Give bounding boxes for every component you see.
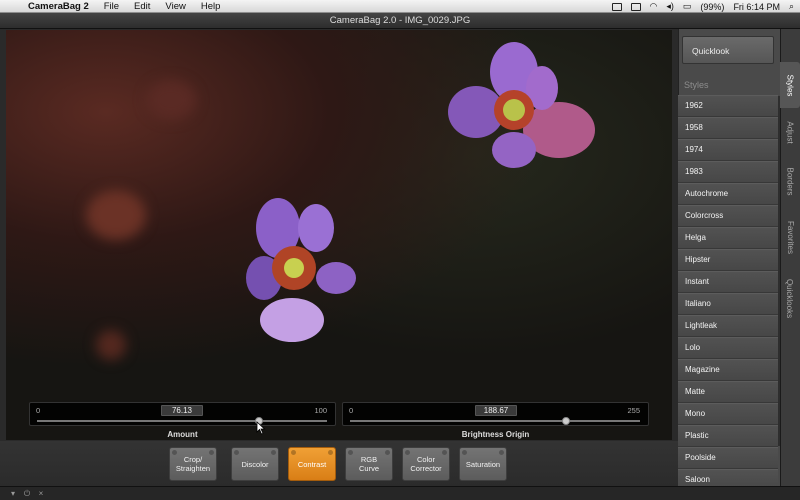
- tool-options-dot-icon[interactable]: [209, 450, 214, 455]
- brightness-origin-label: Brightness Origin: [461, 430, 530, 439]
- tool-remove-dot-icon[interactable]: [348, 450, 353, 455]
- power-icon[interactable]: ⏻: [22, 489, 32, 499]
- amount-max: 100: [314, 406, 327, 415]
- battery-percent: (99%): [700, 1, 725, 12]
- tab-styles[interactable]: Styles: [780, 62, 800, 108]
- tool-label: Crop/ Straighten: [175, 455, 211, 473]
- styles-heading: Styles: [684, 80, 709, 90]
- tool-label: RGB Curve: [358, 455, 379, 473]
- tool-remove-dot-icon[interactable]: [234, 450, 239, 455]
- style-item[interactable]: Matte: [678, 381, 778, 403]
- brightness-origin-max: 255: [627, 406, 640, 415]
- tool-options-dot-icon[interactable]: [442, 450, 447, 455]
- tab-label: Favorites: [785, 220, 795, 254]
- style-list: 1962 1958 1974 1983 Autochrome Colorcross Helg…: [678, 95, 778, 491]
- tool-remove-dot-icon[interactable]: [172, 450, 177, 455]
- menubar-status-area: ◠ ◂) ▭ (99%) Fri 6:14 PM ⌕: [611, 0, 794, 13]
- tool-options-dot-icon[interactable]: [328, 450, 333, 455]
- brightness-origin-value[interactable]: 188.67: [475, 405, 517, 416]
- display-icon[interactable]: [630, 2, 641, 11]
- wifi-icon[interactable]: ◠: [650, 1, 658, 12]
- volume-icon[interactable]: ◂): [666, 1, 674, 12]
- tool-label: Saturation: [465, 459, 501, 469]
- style-item[interactable]: Autochrome: [678, 183, 778, 205]
- style-item[interactable]: Plastic: [678, 425, 778, 447]
- photo-canvas[interactable]: [6, 30, 672, 440]
- status-bar: ▾ ⏻ ×: [0, 486, 800, 500]
- close-icon[interactable]: ×: [36, 489, 46, 499]
- style-item[interactable]: Lightleak: [678, 315, 778, 337]
- window-title: CameraBag 2.0 - IMG_0029.JPG: [0, 13, 800, 29]
- tool-label: Color Corrector: [410, 455, 442, 473]
- flower-photo: [246, 42, 595, 342]
- tool-discolor[interactable]: Discolor: [231, 447, 279, 481]
- tab-label: Adjust: [785, 120, 795, 144]
- brightness-origin-slider-thumb[interactable]: [562, 417, 571, 425]
- amount-min: 0: [36, 406, 41, 415]
- tab-quicklooks[interactable]: Quicklooks: [780, 268, 800, 328]
- style-item[interactable]: Lolo: [678, 337, 778, 359]
- battery-icon[interactable]: ▭: [683, 1, 692, 12]
- amount-label: Amount: [167, 430, 198, 439]
- style-item[interactable]: Helga: [678, 227, 778, 249]
- amount-slider-panel: 0 76.13 100: [29, 402, 336, 426]
- tool-options-dot-icon[interactable]: [385, 450, 390, 455]
- style-item[interactable]: Poolside: [678, 447, 778, 469]
- tab-adjust[interactable]: Adjust: [780, 112, 800, 152]
- tool-saturation[interactable]: Saturation: [459, 447, 507, 481]
- menu-app-name[interactable]: CameraBag 2: [28, 1, 89, 12]
- tool-contrast[interactable]: Contrast: [288, 447, 336, 481]
- menu-file[interactable]: File: [104, 1, 119, 12]
- brightness-origin-track[interactable]: [350, 420, 640, 422]
- style-item[interactable]: Magazine: [678, 359, 778, 381]
- style-item[interactable]: Mono: [678, 403, 778, 425]
- tab-borders[interactable]: Borders: [780, 158, 800, 204]
- tool-rgb-curve[interactable]: RGB Curve: [345, 447, 393, 481]
- flower-upper: [448, 42, 595, 168]
- tab-favorites[interactable]: Favorites: [780, 210, 800, 264]
- tab-label: Borders: [785, 166, 795, 196]
- tool-label: Contrast: [297, 459, 327, 469]
- clock[interactable]: Fri 6:14 PM: [733, 2, 780, 12]
- brightness-origin-slider-panel: 0 188.67 255: [342, 402, 649, 426]
- tool-crop-straighten[interactable]: Crop/ Straighten: [169, 447, 217, 481]
- tool-color-corrector[interactable]: Color Corrector: [402, 447, 450, 481]
- style-item[interactable]: 1983: [678, 161, 778, 183]
- quicklook-button[interactable]: Quicklook: [682, 36, 774, 64]
- style-item[interactable]: 1958: [678, 117, 778, 139]
- tool-remove-dot-icon[interactable]: [291, 450, 296, 455]
- menu-help[interactable]: Help: [201, 1, 221, 12]
- brightness-origin-min: 0: [349, 406, 354, 415]
- menu-bar: CameraBag 2 File Edit View Help ◠ ◂) ▭ (…: [0, 0, 800, 13]
- style-item[interactable]: Italiano: [678, 293, 778, 315]
- tool-options-dot-icon[interactable]: [271, 450, 276, 455]
- spotlight-search-icon[interactable]: ⌕: [789, 1, 794, 12]
- tool-options-dot-icon[interactable]: [499, 450, 504, 455]
- style-item[interactable]: Instant: [678, 271, 778, 293]
- tool-remove-dot-icon[interactable]: [405, 450, 410, 455]
- screen-record-icon[interactable]: [611, 2, 622, 11]
- style-item[interactable]: Hipster: [678, 249, 778, 271]
- amount-value[interactable]: 76.13: [161, 405, 203, 416]
- menu-view[interactable]: View: [165, 1, 185, 12]
- tab-label: Styles: [785, 74, 795, 96]
- style-item[interactable]: Colorcross: [678, 205, 778, 227]
- mouse-cursor-icon: [256, 421, 266, 435]
- collapse-icon[interactable]: ▾: [8, 489, 18, 499]
- tool-remove-dot-icon[interactable]: [462, 450, 467, 455]
- style-item[interactable]: 1974: [678, 139, 778, 161]
- tool-label: Discolor: [241, 459, 269, 469]
- tab-label: Quicklooks: [785, 278, 795, 318]
- style-item[interactable]: 1962: [678, 95, 778, 117]
- menu-edit[interactable]: Edit: [134, 1, 150, 12]
- amount-track[interactable]: [37, 420, 327, 422]
- adjustment-toolbar: [0, 441, 678, 486]
- flower-lower: [246, 198, 356, 342]
